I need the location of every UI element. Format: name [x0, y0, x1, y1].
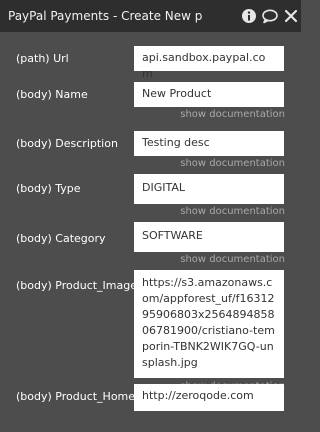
field-label: (body) Product_Image — [16, 279, 137, 292]
info-icon[interactable] — [240, 7, 258, 25]
panel-title: PayPal Payments - Create New p — [8, 9, 203, 23]
name-field[interactable]: New Product — [134, 82, 284, 107]
category-field[interactable]: SOFTWARE — [134, 222, 284, 252]
show-documentation-link[interactable]: show documentation — [180, 254, 285, 266]
show-documentation-link[interactable]: show documentation — [180, 206, 285, 218]
field-label: (path) Url — [16, 52, 69, 65]
close-icon[interactable] — [282, 7, 300, 25]
field-label: (body) Description — [16, 137, 118, 150]
field-label: (body) Name — [16, 88, 88, 101]
description-field[interactable]: Testing desc — [134, 131, 284, 156]
field-label: (body) Product_Home — [16, 390, 136, 403]
comment-icon[interactable] — [261, 7, 279, 25]
field-label: (body) Category — [16, 232, 106, 245]
product-image-field[interactable]: https://s3.amazonaws.com/appforest_uf/f1… — [134, 270, 284, 378]
url-field[interactable]: api.sandbox.paypal.com — [134, 46, 284, 80]
show-documentation-link[interactable]: show documentation — [180, 109, 285, 121]
product-home-field[interactable]: http://zeroqode.com — [134, 384, 284, 411]
field-label: (body) Type — [16, 182, 81, 195]
fields-list: (path) Url api.sandbox.paypal.com (body)… — [0, 32, 301, 432]
type-field[interactable]: DIGITAL — [134, 174, 284, 204]
show-documentation-link[interactable]: show documentation — [180, 158, 285, 170]
panel-header: PayPal Payments - Create New p — [0, 0, 301, 32]
